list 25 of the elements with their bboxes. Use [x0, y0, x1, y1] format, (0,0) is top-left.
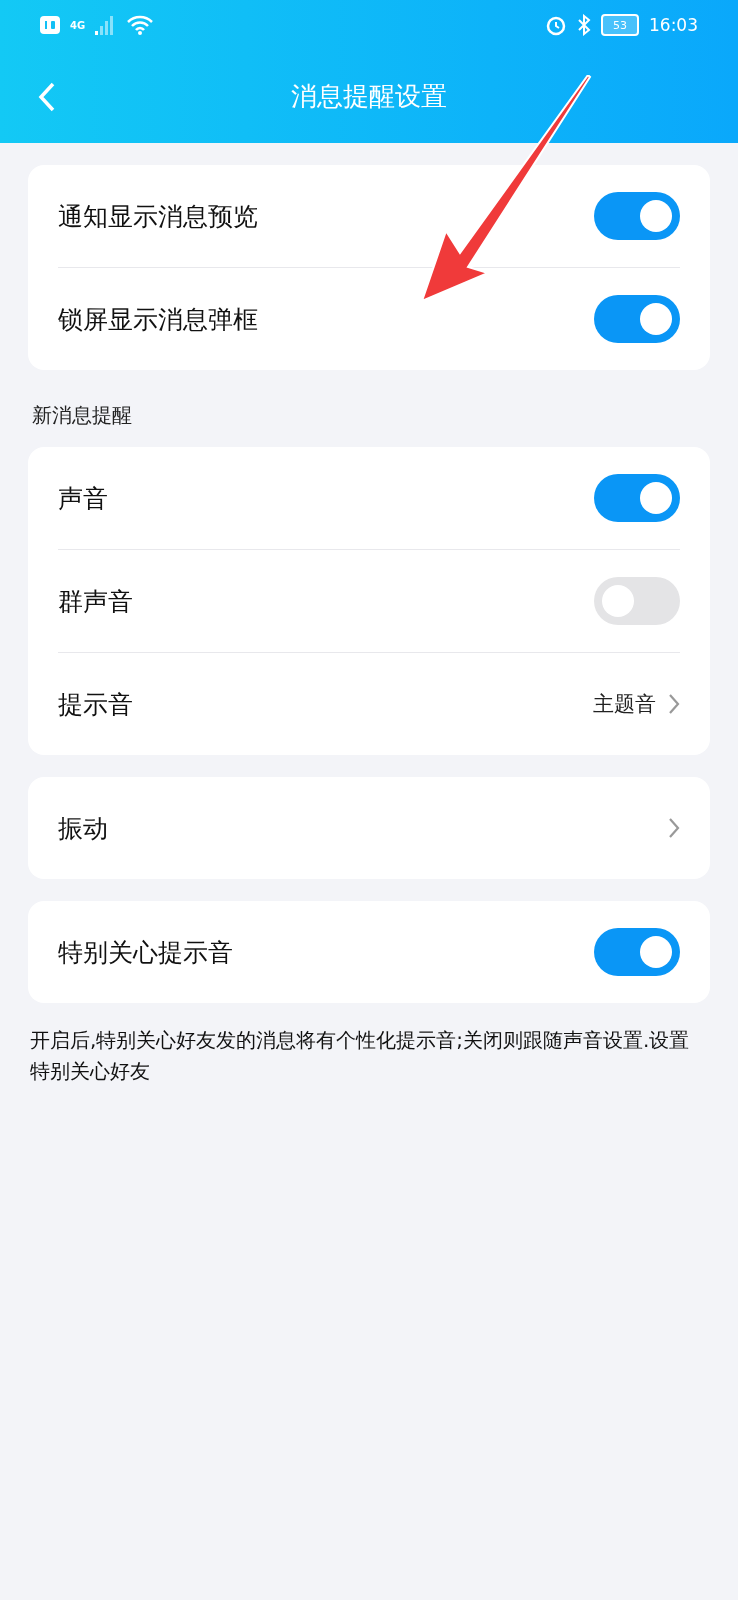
- setting-label: 提示音: [58, 688, 133, 721]
- page-title: 消息提醒设置: [291, 80, 447, 113]
- toggle-switch[interactable]: [594, 577, 680, 625]
- setting-label: 通知显示消息预览: [58, 200, 258, 233]
- toggle-switch[interactable]: [594, 474, 680, 522]
- hd-icon: [40, 16, 60, 34]
- network-type: 4G: [70, 19, 86, 31]
- toggle-switch[interactable]: [594, 928, 680, 976]
- chevron-right-icon: [668, 693, 680, 715]
- setting-label: 群声音: [58, 585, 133, 618]
- toggle-switch[interactable]: [594, 192, 680, 240]
- setting-label: 声音: [58, 482, 108, 515]
- setting-label: 振动: [58, 812, 108, 845]
- toggle-switch[interactable]: [594, 295, 680, 343]
- bluetooth-icon: [577, 14, 591, 36]
- battery-icon: 53: [601, 14, 639, 36]
- setting-label: 特别关心提示音: [58, 936, 233, 969]
- section-title: 新消息提醒: [32, 402, 133, 429]
- setting-label: 锁屏显示消息弹框: [58, 303, 258, 336]
- footnote-text: 开启后,特别关心好友发的消息将有个性化提示音;关闭则跟随声音设置.设置特别关心好友: [30, 1027, 691, 1085]
- value-text: 主题音: [593, 691, 656, 718]
- wifi-icon: [127, 15, 154, 35]
- alarm-icon: [545, 14, 567, 36]
- chevron-right-icon: [668, 817, 680, 839]
- clock-time: 16:03: [649, 15, 698, 35]
